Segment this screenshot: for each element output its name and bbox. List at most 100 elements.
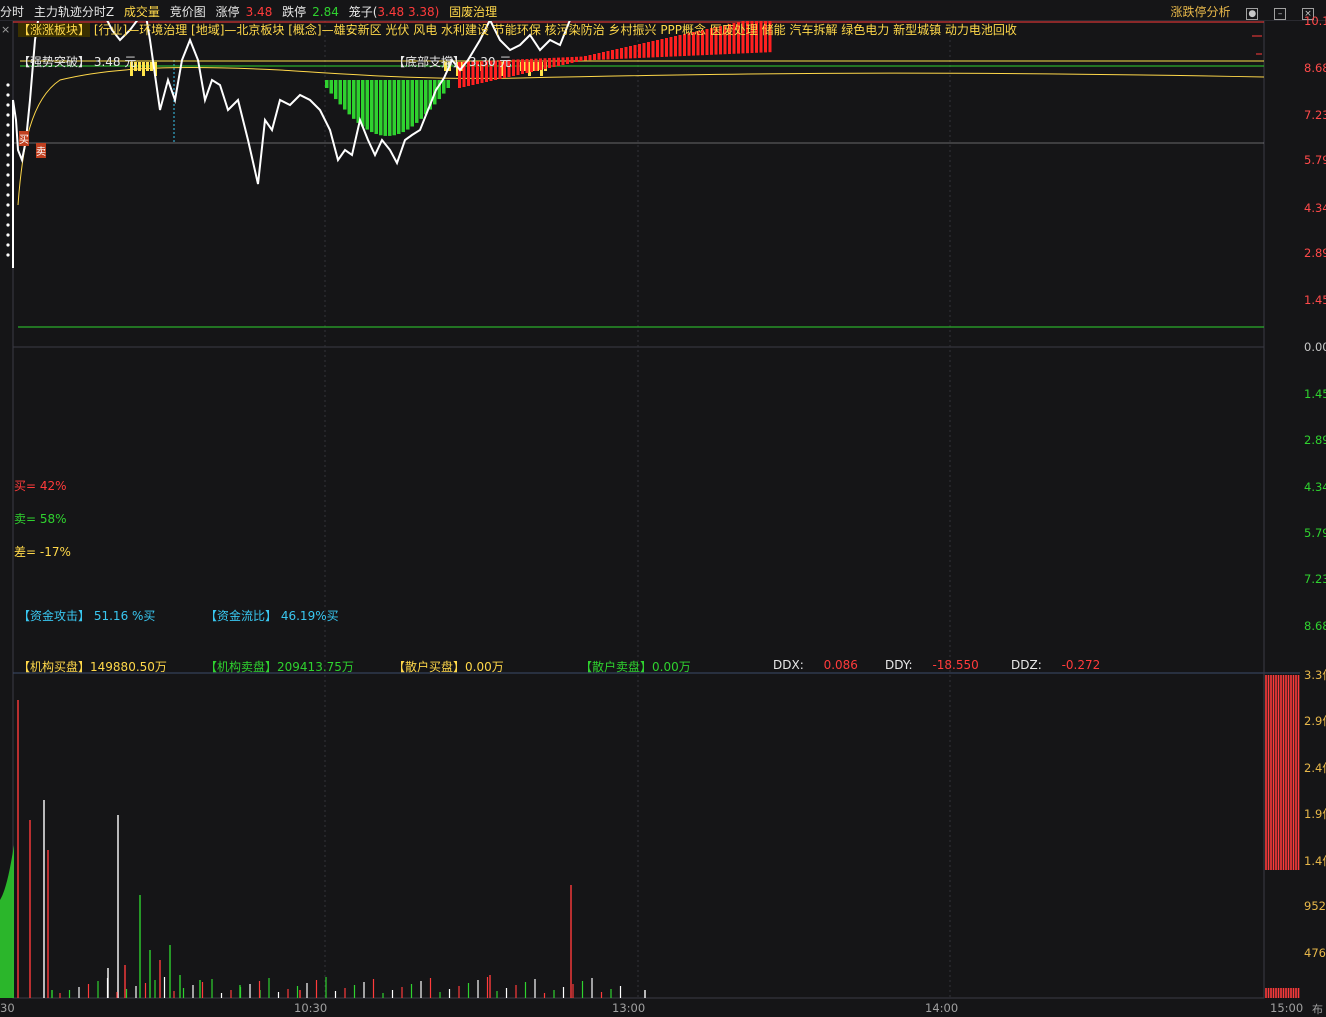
- price-axis-label: 8.68: [1304, 61, 1326, 75]
- flow-bar-up: [512, 59, 515, 76]
- minimize-icon[interactable]: –: [1274, 8, 1287, 20]
- ddx-label: DDX:: [773, 658, 804, 672]
- flow-bar-down: [374, 80, 378, 134]
- flow-bar-neutral: [146, 62, 149, 71]
- price-dot: [6, 173, 10, 177]
- flow-bar-down: [379, 80, 383, 136]
- mode-tab[interactable]: 分时: [0, 5, 24, 19]
- price-dot: [6, 133, 10, 137]
- indicator-name[interactable]: 主力轨迹分时Z: [34, 5, 114, 19]
- time-axis-right-label: 布: [1312, 1003, 1323, 1016]
- price-axis-label: 7.23: [1304, 572, 1326, 586]
- price-axis-label: 1.45: [1304, 293, 1326, 307]
- lead-sector-tag: 【涨涨板块】: [18, 23, 91, 37]
- sell-marker: 卖: [36, 143, 46, 158]
- close-indicator-icon[interactable]: ×: [1, 23, 10, 36]
- auction-tab[interactable]: 竞价图: [170, 5, 206, 19]
- diff-ratio: 差= -17%: [14, 545, 71, 559]
- flow-bar-up: [669, 37, 673, 57]
- volume-axis-label: 3.3亿: [1304, 668, 1326, 682]
- retail-buy-value: 0.00万: [465, 660, 504, 674]
- limit-up-label: 涨停: [215, 5, 240, 19]
- flow-bar-up: [516, 59, 520, 75]
- retail-buy-label: 【散户买盘】: [393, 660, 466, 674]
- sector-name[interactable]: 固废治理: [449, 5, 497, 19]
- price-line: [12, 2, 571, 268]
- institution-sell-label: 【机构卖盘】: [205, 660, 278, 674]
- price-dot: [6, 193, 10, 197]
- buy-marker: 买: [19, 131, 29, 146]
- buy-ratio: 买= 42%: [14, 479, 67, 493]
- record-icon[interactable]: ●: [1246, 8, 1259, 20]
- flow-bar-down: [410, 80, 414, 127]
- price-dot: [6, 103, 10, 107]
- flow-bar-up: [552, 57, 556, 67]
- price-axis-label: 1.45: [1304, 387, 1326, 401]
- volume-axis-label: 2.9亿: [1304, 714, 1326, 728]
- support-value: 3.30 元: [468, 55, 512, 69]
- concept-tag: [概念]—雄安新区 光伏 风电 水利建设 节能环保 核污染防治 乡村振兴 PPP…: [288, 23, 1017, 37]
- flow-bar-down: [415, 80, 419, 123]
- flow-bar-neutral: [142, 62, 145, 76]
- sell-ratio: 卖= 58%: [14, 512, 67, 526]
- cage-label: 笼子(: [348, 5, 378, 19]
- flow-bar-up: [651, 41, 655, 58]
- price-axis-label: 4.34: [1304, 201, 1326, 215]
- flow-bar-down: [334, 80, 338, 100]
- price-axis-label: 10.1: [1304, 14, 1326, 28]
- flow-bar-down: [370, 80, 374, 133]
- ddy-value: -18.550: [932, 658, 979, 672]
- flow-bar-up: [543, 58, 547, 69]
- time-axis-label: 14:00: [925, 1001, 959, 1015]
- cage-value: 3.48 3.38): [377, 5, 440, 19]
- flow-bar-down: [329, 80, 333, 94]
- retail-sell-label: 【散户卖盘】: [580, 660, 653, 674]
- time-axis-label: 13:00: [612, 1001, 646, 1015]
- industry-tag: [行业]—环境治理: [93, 23, 188, 37]
- flow-bar-down: [419, 80, 423, 119]
- flow-bar-down: [401, 80, 405, 133]
- limit-analysis-title[interactable]: 涨跌停分析: [1171, 5, 1231, 19]
- flow-bar-up: [615, 49, 619, 59]
- flow-bar-up: [665, 38, 668, 57]
- intraday-chart[interactable]: [0, 0, 1326, 1016]
- price-dot: [6, 153, 10, 157]
- flow-bar-up: [606, 51, 610, 60]
- volume-axis-label: 1.9亿: [1304, 807, 1326, 821]
- flow-bar-down: [388, 80, 392, 136]
- flow-bar-up: [557, 57, 560, 66]
- flow-bar-up: [629, 46, 632, 59]
- limit-down-value: 2.84: [312, 5, 339, 19]
- flow-bar-down: [343, 80, 347, 110]
- price-dot: [6, 83, 10, 87]
- price-dot: [6, 183, 10, 187]
- price-axis-label: 2.89: [1304, 433, 1326, 447]
- flow-bar-up: [530, 58, 533, 72]
- flow-bar-up: [561, 57, 565, 65]
- volume-axis-label: 476: [1304, 946, 1326, 960]
- flow-bar-up: [660, 39, 664, 57]
- flow-bar-up: [647, 42, 650, 58]
- price-axis-label: 7.23: [1304, 108, 1326, 122]
- breakout-value: 3.48 元: [93, 55, 137, 69]
- flow-bar-up: [534, 58, 538, 71]
- price-dot: [6, 213, 10, 217]
- volume-tab[interactable]: 成交量: [124, 5, 160, 19]
- price-axis-label: 8.68: [1304, 619, 1326, 633]
- capital-flow-label: 【资金流比】: [205, 609, 278, 623]
- flow-bar-up: [642, 43, 646, 58]
- ddz-label: DDZ:: [1011, 658, 1042, 672]
- price-dot: [6, 123, 10, 127]
- flow-bar-down: [397, 80, 401, 134]
- flow-bar-down: [352, 80, 356, 119]
- flow-bar-up: [588, 55, 592, 61]
- flow-bar-up: [602, 52, 605, 60]
- price-dot: [6, 203, 10, 207]
- flow-bar-up: [656, 40, 659, 58]
- flow-bar-up: [624, 47, 628, 59]
- volume-area-open: [0, 845, 14, 998]
- flow-bar-up: [584, 56, 587, 61]
- chart-toolbar: 分时 主力轨迹分时Z 成交量 竞价图 涨停 3.48 跌停 2.84 笼子(3.48…: [0, 0, 1326, 21]
- flow-bar-down: [392, 80, 396, 136]
- average-line: [17, 66, 1265, 206]
